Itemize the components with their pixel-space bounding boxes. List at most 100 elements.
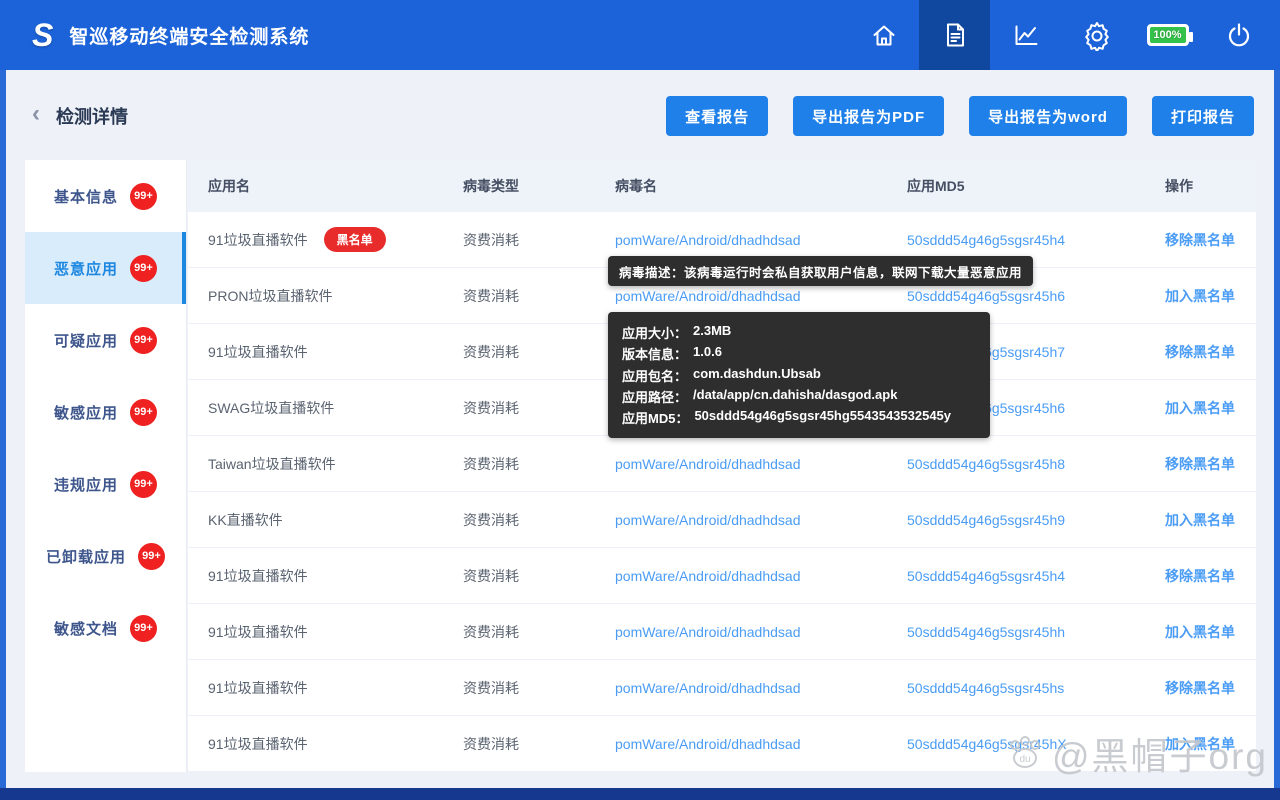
blacklist-tag: 黑名单: [324, 227, 386, 252]
column-header: 操作: [1165, 176, 1236, 196]
toolbar-button[interactable]: 打印报告: [1152, 96, 1254, 136]
virus-type: 资费消耗: [463, 454, 615, 474]
virus-name-link[interactable]: pomWare/Android/dhadhdsad: [615, 680, 801, 696]
virus-description-tooltip: 病毒描述：该病毒运行时会私自获取用户信息，联网下载大量恶意应用: [608, 256, 1033, 286]
tooltip-detail-line: 应用路径：/data/app/cn.dahisha/dasgod.apk: [622, 387, 976, 406]
sidebar-item-badge: 99+: [130, 615, 157, 642]
app-name: 91垃圾直播软件: [208, 566, 308, 586]
virus-type: 资费消耗: [463, 510, 615, 530]
sidebar-item[interactable]: 可疑应用 99+: [25, 304, 186, 376]
table-row: 91垃圾直播软件 资费消耗 pomWare/Android/dhadhdsad …: [188, 604, 1256, 660]
sidebar-item-badge: 99+: [130, 255, 157, 282]
toolbar-button[interactable]: 导出报告为word: [969, 96, 1127, 136]
sidebar-item-badge: 99+: [130, 183, 157, 210]
virus-name-link[interactable]: pomWare/Android/dhadhdsad: [615, 512, 801, 528]
sidebar-item[interactable]: 基本信息 99+: [25, 160, 186, 232]
app-name: Taiwan垃圾直播软件: [208, 454, 336, 474]
app-logo: S: [32, 17, 53, 54]
column-header: 病毒名: [615, 176, 907, 196]
battery-icon[interactable]: 100%: [1132, 0, 1203, 70]
tooltip-detail-line: 版本信息：1.0.6: [622, 344, 976, 363]
virus-name-link[interactable]: pomWare/Android/dhadhdsad: [615, 568, 801, 584]
detection-table: 应用名病毒类型病毒名应用MD5操作 91垃圾直播软件 黑名单 资费消耗 pomW…: [188, 160, 1256, 772]
app-md5: 50sddd54g46g5sgsr45h4: [907, 232, 1165, 248]
blacklist-action-link[interactable]: 移除黑名单: [1165, 456, 1235, 472]
app-md5: 50sddd54g46g5sgsr45h9: [907, 512, 1165, 528]
chevron-left-icon: ‹: [32, 102, 40, 126]
sidebar-item-badge: 99+: [138, 543, 165, 570]
virus-type: 资费消耗: [463, 622, 615, 642]
virus-name-link[interactable]: pomWare/Android/dhadhdsad: [615, 232, 801, 248]
report-icon[interactable]: [919, 0, 990, 70]
blacklist-action-link[interactable]: 移除黑名单: [1165, 680, 1235, 696]
app-name: KK直播软件: [208, 510, 283, 530]
sidebar-item-label: 违规应用: [54, 474, 118, 495]
page-title: 检测详情: [56, 103, 128, 129]
app-name: 91垃圾直播软件: [208, 678, 308, 698]
sidebar: 基本信息 99+ 恶意应用 99+ 可疑应用 99+ 敏感应用 99+ 违规应用…: [25, 160, 187, 772]
virus-name-link[interactable]: pomWare/Android/dhadhdsad: [615, 624, 801, 640]
toolbar-button[interactable]: 查看报告: [666, 96, 768, 136]
back-button[interactable]: ‹ 检测详情: [32, 103, 128, 129]
app-md5: 50sddd54g46g5sgsr45hs: [907, 680, 1165, 696]
toolbar-button[interactable]: 导出报告为PDF: [793, 96, 944, 136]
blacklist-action-link[interactable]: 移除黑名单: [1165, 344, 1235, 360]
column-header: 应用MD5: [907, 176, 1165, 196]
sidebar-item[interactable]: 已卸载应用 99+: [25, 520, 186, 592]
blacklist-action-link[interactable]: 加入黑名单: [1165, 624, 1235, 640]
watermark: du @黑帽子org: [1004, 726, 1268, 780]
virus-name-link[interactable]: pomWare/Android/dhadhdsad: [615, 288, 801, 304]
window-frame-bottom: [0, 788, 1280, 800]
app-name: 91垃圾直播软件: [208, 734, 308, 754]
virus-type: 资费消耗: [463, 342, 615, 362]
settings-gear-icon[interactable]: [1061, 0, 1132, 70]
app-header: S 智巡移动终端安全检测系统 100%: [0, 0, 1280, 70]
app-details-tooltip: 应用大小：2.3MB 版本信息：1.0.6 应用包名：com.dashdun.Ubs…: [608, 312, 990, 438]
blacklist-action-link[interactable]: 加入黑名单: [1165, 400, 1235, 416]
sidebar-item-label: 敏感文档: [54, 618, 118, 639]
sidebar-item-label: 恶意应用: [54, 258, 118, 279]
virus-type: 资费消耗: [463, 398, 615, 418]
app-md5: 50sddd54g46g5sgsr45h4: [907, 568, 1165, 584]
blacklist-action-link[interactable]: 移除黑名单: [1165, 568, 1235, 584]
table-row: Taiwan垃圾直播软件 资费消耗 pomWare/Android/dhadhd…: [188, 436, 1256, 492]
tooltip-detail-line: 应用大小：2.3MB: [622, 323, 976, 342]
table-row: KK直播软件 资费消耗 pomWare/Android/dhadhdsad 50…: [188, 492, 1256, 548]
app-title: 智巡移动终端安全检测系统: [69, 22, 309, 49]
svg-text:du: du: [1019, 754, 1030, 765]
virus-type: 资费消耗: [463, 678, 615, 698]
column-header: 病毒类型: [463, 176, 615, 196]
header-nav: 100%: [848, 0, 1274, 70]
home-icon[interactable]: [848, 0, 919, 70]
app-name: 91垃圾直播软件: [208, 622, 308, 642]
virus-name-link[interactable]: pomWare/Android/dhadhdsad: [615, 736, 801, 752]
virus-type: 资费消耗: [463, 286, 615, 306]
blacklist-action-link[interactable]: 加入黑名单: [1165, 512, 1235, 528]
sidebar-item-badge: 99+: [130, 399, 157, 426]
virus-name-link[interactable]: pomWare/Android/dhadhdsad: [615, 456, 801, 472]
sidebar-item[interactable]: 敏感应用 99+: [25, 376, 186, 448]
virus-type: 资费消耗: [463, 230, 615, 250]
tooltip-detail-line: 应用MD5：50sddd54g46g5sgsr45hg5543543532545…: [622, 408, 976, 427]
tooltip-detail-line: 应用包名：com.dashdun.Ubsab: [622, 366, 976, 385]
watermark-paw-icon: du: [1004, 730, 1046, 777]
blacklist-action-link[interactable]: 移除黑名单: [1165, 232, 1235, 248]
app-md5: 50sddd54g46g5sgsr45h6: [907, 288, 1165, 304]
sidebar-item-label: 基本信息: [54, 186, 118, 207]
column-header: 应用名: [208, 176, 463, 196]
sidebar-item-badge: 99+: [130, 471, 157, 498]
app-name: 91垃圾直播软件: [208, 342, 308, 362]
sidebar-item-badge: 99+: [130, 327, 157, 354]
sidebar-item[interactable]: 敏感文档 99+: [25, 592, 186, 664]
sidebar-item[interactable]: 恶意应用 99+: [25, 232, 186, 304]
power-icon[interactable]: [1203, 0, 1274, 70]
app-md5: 50sddd54g46g5sgsr45hh: [907, 624, 1165, 640]
blacklist-action-link[interactable]: 加入黑名单: [1165, 288, 1235, 304]
sidebar-item[interactable]: 违规应用 99+: [25, 448, 186, 520]
sidebar-item-label: 敏感应用: [54, 402, 118, 423]
sidebar-item-label: 可疑应用: [54, 330, 118, 351]
table-body: 91垃圾直播软件 黑名单 资费消耗 pomWare/Android/dhadhd…: [188, 212, 1256, 772]
table-header: 应用名病毒类型病毒名应用MD5操作: [188, 160, 1256, 212]
app-name: PRON垃圾直播软件: [208, 286, 332, 306]
chart-icon[interactable]: [990, 0, 1061, 70]
